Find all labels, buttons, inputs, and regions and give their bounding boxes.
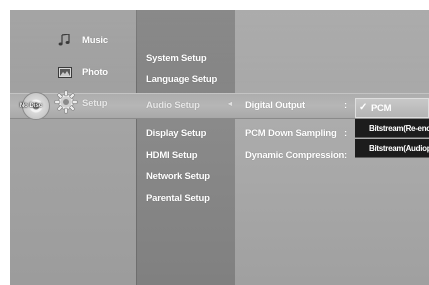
row-dynamic-compression-label: Dynamic Compression — [245, 150, 345, 161]
setup-item-audio[interactable]: Audio Setup — [146, 100, 200, 111]
photo-icon — [58, 67, 72, 78]
row-digital-output-label: Digital Output — [245, 100, 305, 111]
disc-status-label: No Disc — [19, 103, 43, 109]
option-bitstream-audiophile-label: Bitstream(Audiophile) — [369, 144, 429, 153]
row-pcm-down-sampling-label: PCM Down Sampling — [245, 128, 337, 139]
menu-item-photo[interactable]: Photo — [58, 64, 128, 80]
menu-item-setup[interactable]: Setup — [54, 90, 132, 114]
setup-item-display[interactable]: Display Setup — [146, 128, 206, 139]
menu-item-setup-label: Setup — [82, 98, 108, 109]
option-bitstream-reencode-label: Bitstream(Re-encode) — [369, 124, 429, 133]
row-digital-output-sep: : — [344, 100, 347, 111]
music-icon — [58, 34, 70, 46]
setup-item-parental[interactable]: Parental Setup — [146, 193, 210, 204]
option-bitstream-audiophile[interactable]: Bitstream(Audiophile) — [355, 139, 429, 158]
checkmark-icon: ✓ — [359, 102, 368, 113]
row-dynamic-compression-sep: : — [344, 150, 347, 161]
option-bitstream-reencode[interactable]: Bitstream(Re-encode) — [355, 119, 429, 138]
menu-item-music-label: Music — [82, 35, 108, 46]
setup-menu-panel — [136, 10, 236, 285]
setup-item-hdmi[interactable]: HDMI Setup — [146, 150, 198, 161]
setup-item-network[interactable]: Network Setup — [146, 171, 210, 182]
option-pcm[interactable]: ✓ PCM — [355, 98, 429, 118]
row-pcm-down-sampling-sep: : — [344, 128, 347, 139]
setup-item-system[interactable]: System Setup — [146, 53, 207, 64]
submenu-arrow-icon: ◂ — [228, 99, 232, 108]
main-menu-panel — [10, 10, 136, 285]
option-pcm-label: PCM — [371, 103, 392, 114]
menu-item-photo-label: Photo — [82, 67, 108, 78]
setup-item-language[interactable]: Language Setup — [146, 74, 217, 85]
digital-output-dropdown[interactable]: ✓ PCM Bitstream(Re-encode) Bitstream(Aud… — [355, 98, 429, 162]
gear-icon — [54, 90, 78, 114]
setup-screen: Music Photo Setup No Disc System Setup L… — [10, 10, 429, 285]
menu-item-music[interactable]: Music — [58, 32, 128, 48]
